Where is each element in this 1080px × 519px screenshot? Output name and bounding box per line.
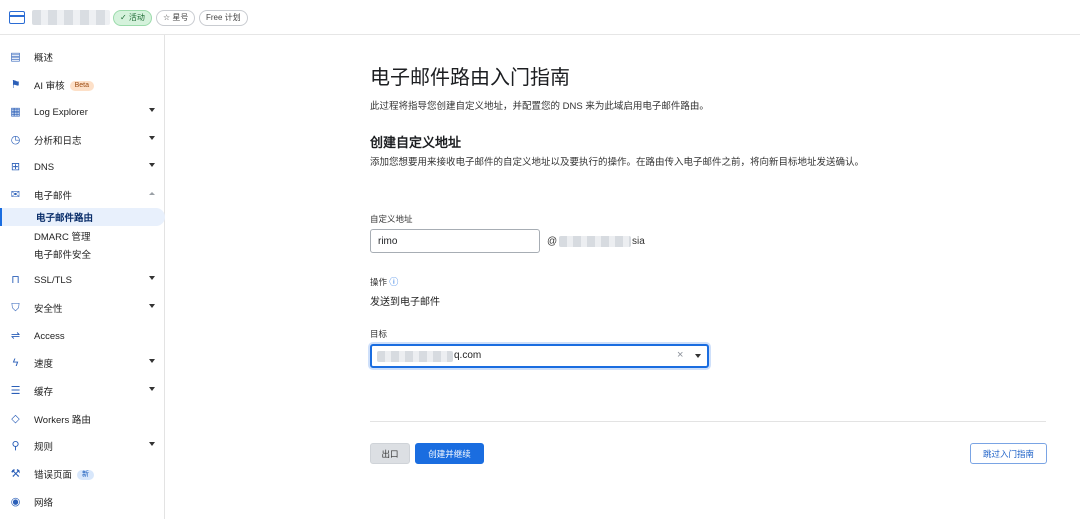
sidebar-item-label: Access (34, 330, 65, 342)
sidebar-item-network[interactable]: ◉ 网络 (0, 492, 165, 512)
sidebar-item-log-explorer[interactable]: ▦ Log Explorer (0, 102, 165, 122)
sidebar-item-label: 安全性 (34, 304, 63, 315)
ai-audit-icon: ⚑ (10, 78, 21, 91)
clear-icon[interactable]: × (677, 349, 683, 361)
chevron-down-icon[interactable] (149, 304, 155, 308)
action-label-wrap: 操作 ⓘ (370, 275, 398, 288)
chevron-down-icon[interactable] (149, 163, 155, 167)
storage-icon: ☰ (10, 384, 21, 397)
bolt-icon: ϟ (12, 356, 19, 369)
mail-icon: ✉ (10, 188, 21, 201)
target-value: q.com (454, 350, 482, 361)
chevron-down-icon[interactable] (149, 387, 155, 391)
chevron-down-icon[interactable] (149, 108, 155, 112)
plan-label: Free 计划 (206, 13, 241, 22)
sidebar-item-ai-audit[interactable]: ⚑ AI 审核 Beta (0, 75, 165, 95)
action-label: 操作 (370, 277, 388, 287)
sidebar-item-speed[interactable]: ϟ 速度 (0, 353, 165, 373)
top-bar: ✓ 活动 ☆ 星号 Free 计划 (0, 0, 1080, 35)
site-name-redacted (32, 10, 110, 25)
sidebar-item-workers-routes[interactable]: ◇ Workers 路由 (0, 409, 165, 429)
sidebar-item-label: 错误页面 (34, 470, 73, 481)
sidebar-item-access[interactable]: ⇌ Access (0, 326, 165, 346)
sidebar-item-label: 概述 (34, 53, 54, 64)
star-button[interactable]: ☆ 星号 (156, 10, 196, 26)
plan-badge[interactable]: Free 计划 (199, 10, 248, 26)
sidebar-item-label: SSL/TLS (34, 274, 73, 286)
custom-address-label: 自定义地址 (370, 214, 413, 224)
section-description: 添加您想要用来接收电子邮件的自定义地址以及要执行的操作。在路由传入电子邮件之前，… (370, 157, 865, 168)
sidebar-subitem-label: 电子邮件安全 (34, 250, 92, 261)
document-icon: ▤ (10, 50, 21, 63)
beta-badge: Beta (69, 81, 95, 92)
status-badge-label: ✓ 活动 (120, 13, 145, 22)
sidebar-item-error-pages[interactable]: ⚒ 错误页面新 (0, 464, 165, 484)
shield-icon: ⛉ (11, 301, 20, 314)
location-icon: ◉ (10, 495, 21, 508)
sidebar-item-label: 规则 (34, 442, 54, 453)
sidebar-item-ssl-tls[interactable]: ⊓ SSL/TLS (0, 270, 165, 290)
target-label: 目标 (370, 329, 388, 339)
network-icon: ⊞ (10, 160, 21, 173)
sidebar-item-label: DNS (34, 161, 55, 173)
chevron-down-icon[interactable] (149, 442, 155, 446)
sidebar-item-email[interactable]: ✉ 电子邮件 (0, 185, 165, 205)
log-icon: ▦ (10, 105, 21, 118)
page-title: 电子邮件路由入门指南 (370, 67, 570, 89)
chevron-up-icon[interactable] (149, 192, 155, 195)
window-icon[interactable] (9, 11, 25, 24)
sidebar-item-label: 电子邮件 (34, 191, 73, 202)
domain-suffix: sia (632, 236, 645, 247)
target-select[interactable]: q.com × (370, 344, 709, 368)
sidebar-item-label: Log Explorer (34, 106, 88, 118)
sidebar-subitem-email-routing[interactable]: 电子邮件路由 (0, 208, 165, 226)
main-content: 电子邮件路由入门指南 此过程将指导您创建自定义地址，并配置您的 DNS 来为此域… (166, 35, 1080, 519)
new-badge: 新 (77, 470, 95, 481)
sidebar-item-dns[interactable]: ⊞ DNS (0, 157, 165, 177)
chevron-down-icon[interactable] (695, 354, 701, 358)
section-title: 创建自定义地址 (370, 135, 462, 150)
sidebar-item-label: 分析和日志 (34, 136, 82, 147)
sidebar: ▤ 概述 ⚑ AI 审核 Beta ▦ Log Explorer ◷ 分析和日志 … (0, 35, 165, 519)
divider (370, 421, 1046, 422)
lock-icon: ⊓ (11, 273, 20, 286)
sidebar-item-label: 速度 (34, 359, 54, 370)
sidebar-item-label: 网络 (34, 498, 54, 509)
exit-button[interactable]: 出口 (370, 443, 410, 464)
page-intro: 此过程将指导您创建自定义地址，并配置您的 DNS 来为此域启用电子邮件路由。 (370, 101, 709, 112)
sidebar-item-rules[interactable]: ⚲ 规则 (0, 436, 165, 456)
sidebar-item-cache[interactable]: ☰ 缓存 (0, 381, 165, 401)
chevron-down-icon[interactable] (149, 136, 155, 140)
chevron-down-icon[interactable] (149, 276, 155, 280)
code-icon: ◇ (11, 412, 20, 425)
sidebar-item-overview[interactable]: ▤ 概述 (0, 47, 165, 67)
action-value: 发送到电子邮件 (370, 297, 440, 308)
sidebar-subitem-dmarc[interactable]: DMARC 管理 (0, 227, 165, 245)
sidebar-item-label: AI 审核 (34, 81, 65, 92)
access-icon: ⇌ (10, 329, 21, 342)
sidebar-item-label: Workers 路由 (34, 415, 91, 426)
at-sign: @ (547, 236, 558, 247)
create-and-continue-button[interactable]: 创建并继续 (415, 443, 484, 464)
rules-icon: ⚲ (11, 439, 20, 452)
sidebar-subitem-label: 电子邮件路由 (36, 213, 94, 224)
info-icon[interactable]: ⓘ (389, 277, 398, 287)
sidebar-item-label: 缓存 (34, 387, 54, 398)
sidebar-item-security[interactable]: ⛉ 安全性 (0, 298, 165, 318)
sidebar-subitem-label: DMARC 管理 (34, 232, 91, 243)
status-badge: ✓ 活动 (113, 10, 152, 26)
custom-address-input[interactable] (370, 229, 540, 253)
target-redacted (377, 351, 453, 362)
domain-redacted (559, 236, 631, 247)
chevron-down-icon[interactable] (149, 359, 155, 363)
wrench-icon: ⚒ (10, 467, 21, 480)
clock-icon: ◷ (10, 133, 21, 146)
star-label: ☆ 星号 (163, 13, 189, 22)
sidebar-item-analytics[interactable]: ◷ 分析和日志 (0, 130, 165, 150)
skip-guide-button[interactable]: 跳过入门指南 (970, 443, 1047, 464)
sidebar-subitem-email-security[interactable]: 电子邮件安全 (0, 245, 165, 263)
